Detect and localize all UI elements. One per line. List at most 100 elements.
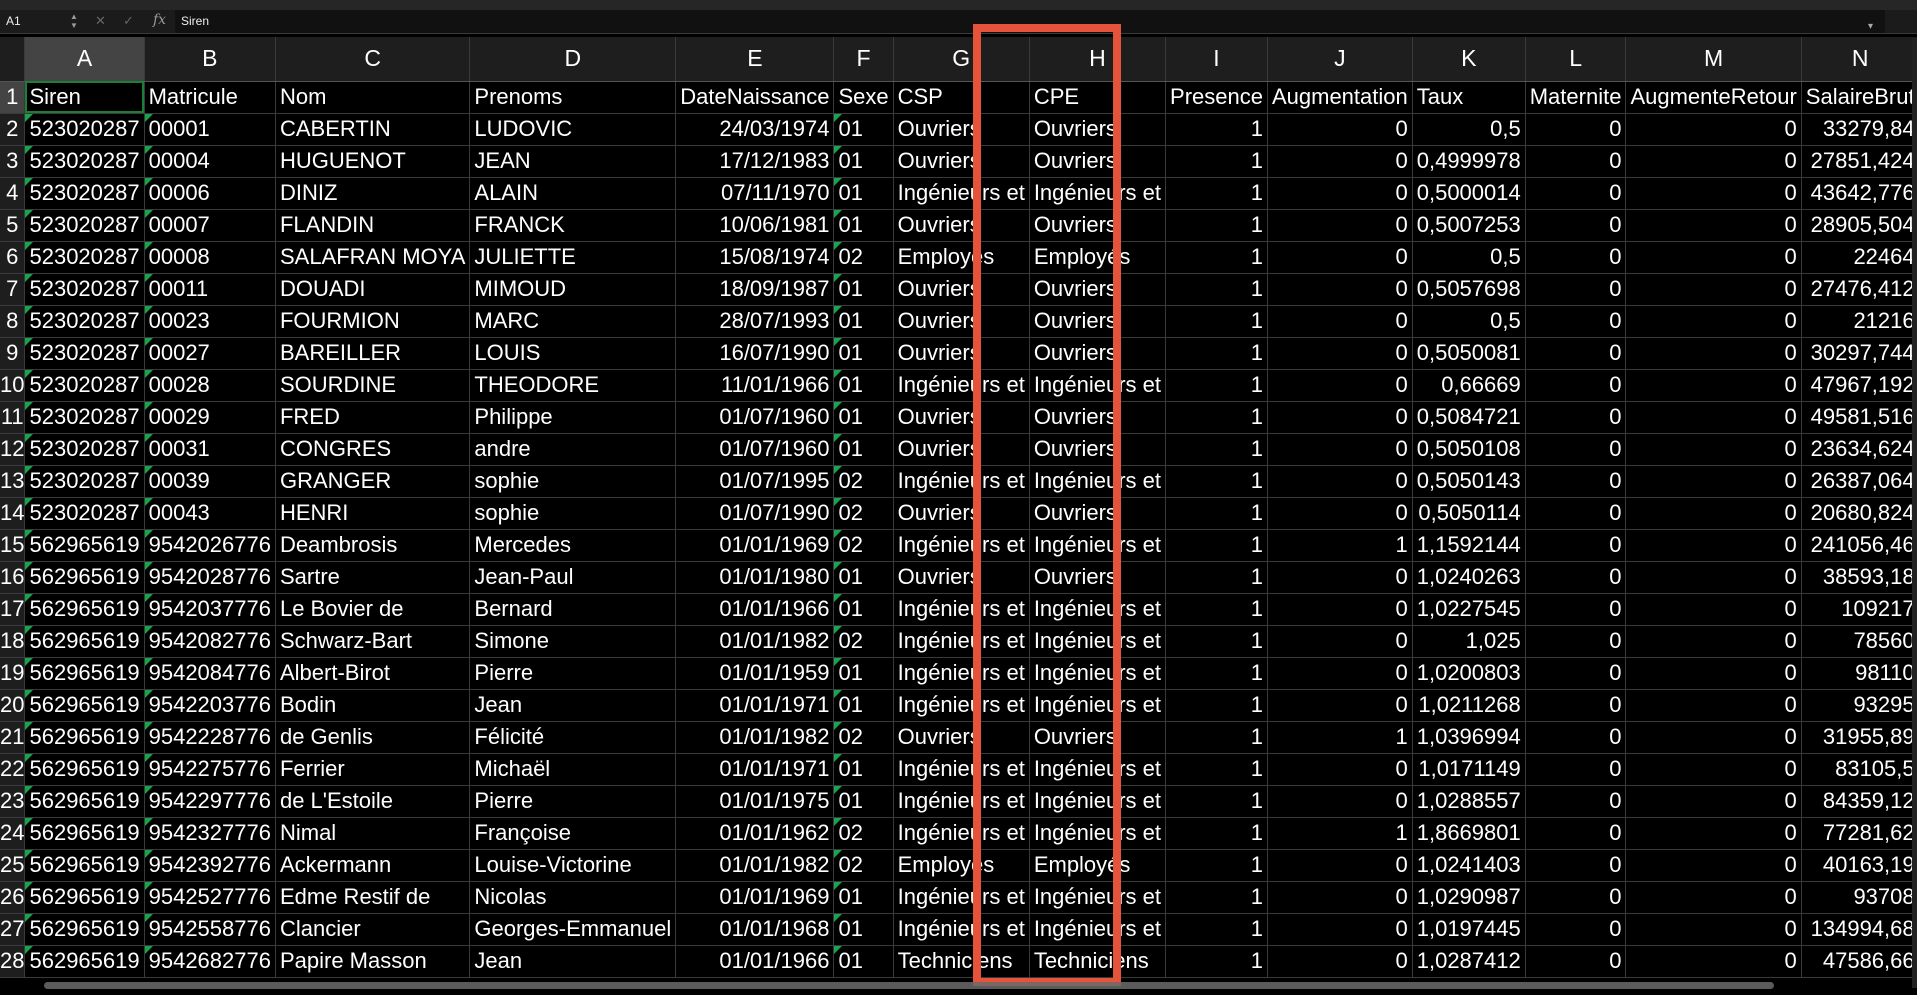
cell-m[interactable]: 0 [1625, 593, 1802, 626]
cell-j[interactable]: 0 [1267, 401, 1413, 434]
cell-b[interactable]: Matricule [144, 81, 276, 114]
cell-e[interactable]: 10/06/1981 [675, 209, 835, 242]
cell-g[interactable]: Ouvriers [893, 337, 1030, 370]
row-header[interactable]: 4 [0, 177, 26, 210]
cell-k[interactable]: 1,0287412 [1412, 945, 1526, 978]
cell-n[interactable]: 49581,516 [1801, 401, 1917, 434]
cell-f[interactable]: 01 [833, 913, 894, 946]
cell-n[interactable]: 83105,5 [1801, 753, 1917, 786]
cell-d[interactable]: andre [469, 433, 677, 466]
cell-l[interactable]: 0 [1525, 913, 1627, 946]
cell-f[interactable]: 02 [833, 529, 894, 562]
cell-b[interactable]: 00008 [144, 241, 276, 274]
cell-c[interactable]: HENRI [275, 497, 471, 530]
cell-j[interactable]: 0 [1267, 241, 1413, 274]
row-header[interactable]: 11 [0, 401, 26, 434]
cell-d[interactable]: JEAN [469, 145, 677, 178]
cell-h[interactable]: Ingénieurs et [1029, 913, 1167, 946]
cell-i[interactable]: 1 [1165, 881, 1268, 914]
cell-k[interactable]: 1,0240263 [1412, 561, 1526, 594]
cell-c[interactable]: BAREILLER [275, 337, 471, 370]
cell-l[interactable]: 0 [1525, 817, 1627, 850]
cell-n[interactable]: 33279,84 [1801, 113, 1917, 146]
cell-f[interactable]: 01 [833, 881, 894, 914]
cell-j[interactable]: 0 [1267, 945, 1413, 978]
cell-e[interactable]: 28/07/1993 [675, 305, 835, 338]
cell-f[interactable]: Sexe [833, 81, 894, 114]
cell-k[interactable]: 1,0241403 [1412, 849, 1526, 882]
cell-j[interactable]: 0 [1267, 337, 1413, 370]
cell-i[interactable]: 1 [1165, 561, 1268, 594]
cell-m[interactable]: 0 [1625, 337, 1802, 370]
cell-l[interactable]: 0 [1525, 145, 1627, 178]
cell-c[interactable]: Papire Masson [275, 945, 471, 978]
cell-n[interactable]: 241056,46 [1801, 529, 1917, 562]
cell-c[interactable]: Sartre [275, 561, 471, 594]
cell-m[interactable]: 0 [1625, 817, 1802, 850]
cell-f[interactable]: 01 [833, 689, 894, 722]
cell-h[interactable]: Ingénieurs et [1029, 529, 1167, 562]
cell-a[interactable]: 523020287 [24, 337, 145, 370]
cell-h[interactable]: Ouvriers [1029, 305, 1167, 338]
cell-h[interactable]: Ingénieurs et [1029, 657, 1167, 690]
cell-f[interactable]: 01 [833, 561, 894, 594]
cell-e[interactable]: 01/01/1959 [675, 657, 835, 690]
cell-n[interactable]: 31955,89 [1801, 721, 1917, 754]
cell-e[interactable]: 01/07/1990 [675, 497, 835, 530]
cell-i[interactable]: Presence [1165, 81, 1268, 114]
row-header[interactable]: 26 [0, 881, 26, 914]
cell-c[interactable]: GRANGER [275, 465, 471, 498]
cell-f[interactable]: 01 [833, 209, 894, 242]
cell-n[interactable]: SalaireBrut [1801, 81, 1917, 114]
cell-h[interactable]: Ouvriers [1029, 273, 1167, 306]
row-header[interactable]: 19 [0, 657, 26, 690]
cell-i[interactable]: 1 [1165, 785, 1268, 818]
cell-n[interactable]: 77281,62 [1801, 817, 1917, 850]
cell-l[interactable]: 0 [1525, 721, 1627, 754]
cell-m[interactable]: 0 [1625, 561, 1802, 594]
cell-e[interactable]: 18/09/1987 [675, 273, 835, 306]
column-header-e[interactable]: E [675, 37, 835, 82]
cell-h[interactable]: Ouvriers [1029, 561, 1167, 594]
select-all-corner[interactable] [0, 37, 26, 82]
cell-n[interactable]: 40163,19 [1801, 849, 1917, 882]
cell-j[interactable]: 0 [1267, 497, 1413, 530]
cell-j[interactable]: 0 [1267, 561, 1413, 594]
cell-i[interactable]: 1 [1165, 657, 1268, 690]
cell-h[interactable]: Ingénieurs et [1029, 465, 1167, 498]
cell-d[interactable]: Nicolas [469, 881, 677, 914]
cell-c[interactable]: Nimal [275, 817, 471, 850]
cell-k[interactable]: 0,5 [1412, 241, 1526, 274]
cell-e[interactable]: 01/01/1966 [675, 593, 835, 626]
cell-a[interactable]: 523020287 [24, 145, 145, 178]
cell-b[interactable]: 00029 [144, 401, 276, 434]
cell-d[interactable]: Mercedes [469, 529, 677, 562]
cell-b[interactable]: 9542558776 [144, 913, 276, 946]
cell-h[interactable]: Techniciens [1029, 945, 1167, 978]
cell-a[interactable]: 562965619 [24, 785, 145, 818]
cell-m[interactable]: 0 [1625, 209, 1802, 242]
cell-i[interactable]: 1 [1165, 945, 1268, 978]
cell-g[interactable]: Employés [893, 241, 1030, 274]
cell-f[interactable]: 01 [833, 369, 894, 402]
cell-n[interactable]: 30297,744 [1801, 337, 1917, 370]
cell-c[interactable]: SALAFRAN MOYA [275, 241, 471, 274]
cell-k[interactable]: 0,5000014 [1412, 177, 1526, 210]
cell-d[interactable]: Jean [469, 689, 677, 722]
cell-c[interactable]: Nom [275, 81, 471, 114]
column-header-d[interactable]: D [469, 37, 677, 82]
row-header[interactable]: 9 [0, 337, 26, 370]
cell-g[interactable]: Ingénieurs et [893, 881, 1030, 914]
cell-n[interactable]: 84359,12 [1801, 785, 1917, 818]
insert-function-icon[interactable]: fx [153, 12, 166, 28]
cell-e[interactable]: 07/11/1970 [675, 177, 835, 210]
confirm-icon[interactable]: ✓ [123, 13, 134, 29]
cell-j[interactable]: 0 [1267, 849, 1413, 882]
cell-d[interactable]: Philippe [469, 401, 677, 434]
cell-f[interactable]: 01 [833, 273, 894, 306]
cell-i[interactable]: 1 [1165, 401, 1268, 434]
cell-c[interactable]: DOUADI [275, 273, 471, 306]
cell-l[interactable]: 0 [1525, 881, 1627, 914]
cell-l[interactable]: 0 [1525, 273, 1627, 306]
cell-c[interactable]: FOURMION [275, 305, 471, 338]
